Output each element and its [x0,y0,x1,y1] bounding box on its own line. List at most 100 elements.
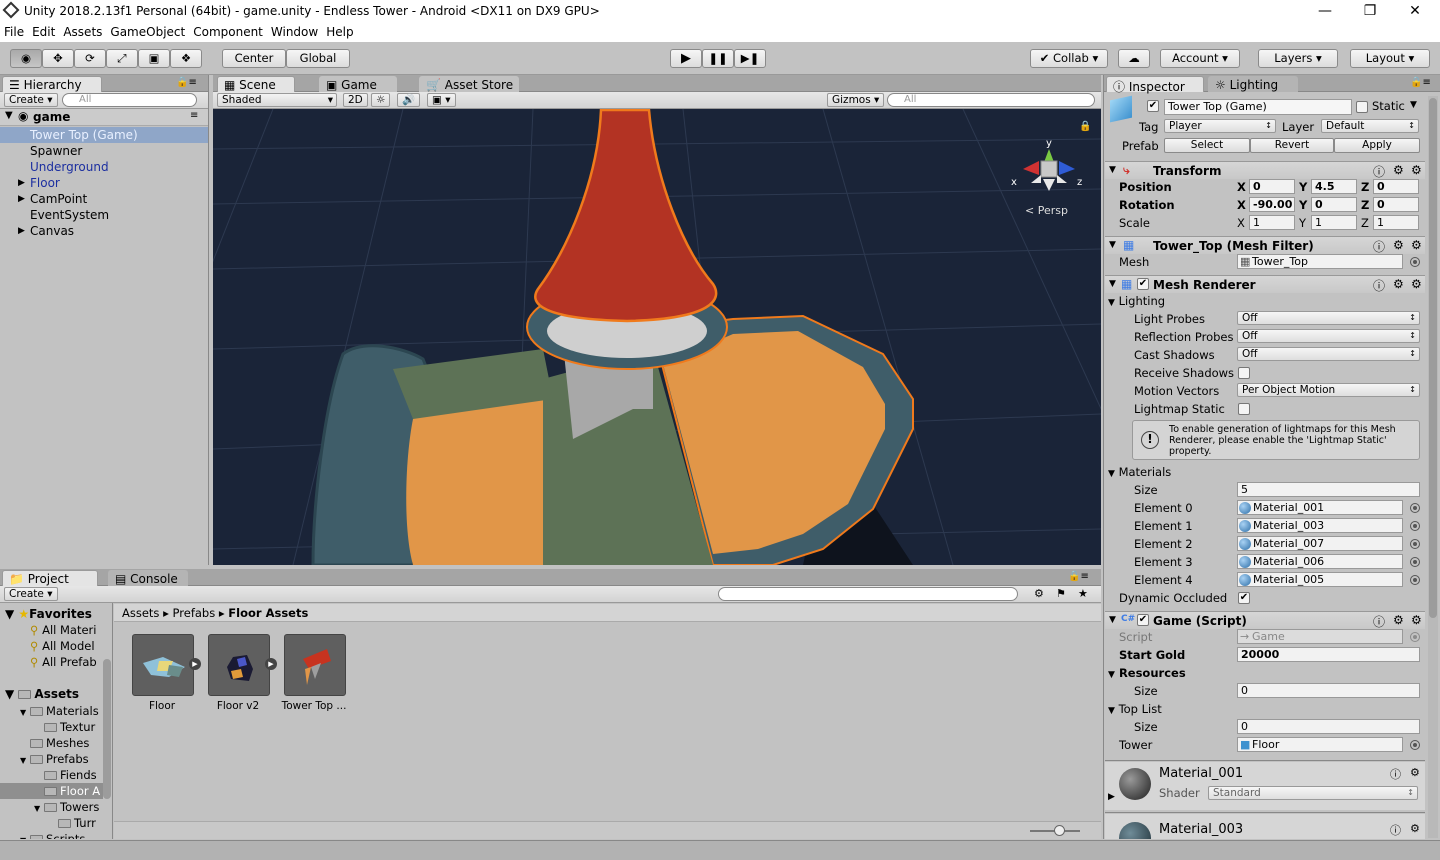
favorites-header[interactable]: ▼ ★Favorites [5,607,92,621]
shading-dropdown[interactable]: Shaded ▾ [217,93,337,107]
game-script-preset-icon[interactable]: ⚙ [1393,613,1404,627]
material-element-field[interactable]: Material_007 [1237,536,1403,551]
maximize-icon[interactable]: ❐ [1347,2,1393,20]
asset-floor-v2-thumbnail[interactable] [208,634,270,696]
tab-asset-store[interactable]: 🛒 Asset Store [419,76,519,92]
fold-arrow-icon[interactable]: ▶ [18,223,25,239]
position-x-input[interactable]: 0 [1249,179,1295,194]
gizmo-center-cube[interactable] [1040,160,1058,178]
material-element-field[interactable]: Material_003 [1237,518,1403,533]
asset-folder-item[interactable]: Floor A [0,783,103,799]
menu-edit[interactable]: Edit [28,22,59,39]
rotation-z-input[interactable]: 0 [1373,197,1419,212]
static-checkbox[interactable] [1356,101,1368,113]
effects-dropdown-icon[interactable]: ▣ ▾ [427,93,456,107]
asset-floor-label[interactable]: Floor [122,700,202,712]
material-001-help-icon[interactable]: ⓘ [1390,766,1401,782]
material-001-fold-icon[interactable]: ▶ [1108,792,1115,802]
layers-dropdown[interactable]: Layers ▾ [1258,49,1338,68]
menu-window[interactable]: Window [267,22,322,39]
mesh-filter-preset-icon[interactable]: ⚙ [1393,238,1404,252]
lightmap-static-checkbox[interactable] [1238,403,1250,415]
pivot-center-button[interactable]: Center [222,49,286,68]
start-gold-input[interactable]: 20000 [1237,647,1420,662]
favorite-item[interactable]: ⚲ All Materi [30,623,96,637]
hierarchy-item[interactable]: Underground [0,159,208,175]
layer-dropdown[interactable]: Default [1321,119,1419,133]
lighting-fold-icon[interactable]: ▼ [1108,298,1115,308]
material-element-field[interactable]: Material_006 [1237,554,1403,569]
asset-floor-v2-label[interactable]: Floor v2 [198,700,278,712]
transform-fold-icon[interactable]: ▼ [1109,165,1116,175]
project-create-dropdown[interactable]: Create ▾ [4,587,58,601]
account-dropdown[interactable]: Account ▾ [1160,49,1240,68]
favorite-item[interactable]: ⚲ All Model [30,639,95,653]
collab-dropdown[interactable]: ✔ Collab ▾ [1030,49,1108,68]
move-tool-icon[interactable]: ✥ [42,49,74,68]
lighting-toggle-icon[interactable]: ☼ [371,93,391,107]
menu-gameobject[interactable]: GameObject [106,22,189,39]
reflection-probes-dropdown[interactable]: Off [1237,329,1420,343]
mesh-renderer-preset-icon[interactable]: ⚙ [1393,277,1404,291]
asset-folder-item[interactable]: Fiends [0,767,103,783]
mesh-filter-fold-icon[interactable]: ▼ [1109,240,1116,250]
project-search-input[interactable] [718,587,1018,601]
material-object-picker-icon[interactable] [1410,557,1420,567]
transform-settings-icon[interactable]: ⚙ [1411,163,1422,177]
hierarchy-item[interactable]: Spawner [0,143,208,159]
tower-field[interactable]: ■ Floor [1237,737,1403,752]
search-by-type-icon[interactable]: ⚙ [1034,587,1044,600]
search-by-label-icon[interactable]: ⚑ [1056,587,1066,600]
asset-folder-item[interactable]: ▼ Materials [0,703,103,719]
close-icon[interactable]: ✕ [1392,2,1438,20]
favorite-star-icon[interactable]: ★ [1078,587,1088,600]
cloud-icon[interactable]: ☁ [1118,49,1150,68]
rotate-tool-icon[interactable]: ⟳ [74,49,106,68]
material-object-picker-icon[interactable] [1410,521,1420,531]
audio-toggle-icon[interactable]: 🔊 [397,93,421,107]
hierarchy-item[interactable]: EventSystem [0,207,208,223]
transform-help-icon[interactable]: ⓘ [1373,163,1385,180]
scene-root-row[interactable]: ▼ ◉ game ≡ [0,109,208,126]
hierarchy-search-input[interactable]: All [62,93,197,107]
mesh-renderer-fold-icon[interactable]: ▼ [1109,279,1116,289]
game-script-help-icon[interactable]: ⓘ [1373,613,1385,630]
materials-fold-icon[interactable]: ▼ [1108,469,1115,479]
position-z-input[interactable]: 0 [1373,179,1419,194]
lighting-section[interactable]: ▼ Lighting [1108,294,1165,308]
expand-floor-v2-icon[interactable]: ▶ [265,658,277,670]
resources-size-input[interactable]: 0 [1237,683,1420,698]
breadcrumb-assets[interactable]: Assets [122,606,159,620]
material-element-field[interactable]: Material_005 [1237,572,1403,587]
project-tree-scrollbar[interactable] [103,659,111,799]
mesh-filter-settings-icon[interactable]: ⚙ [1411,238,1422,252]
game-script-header[interactable]: ▼ C# ✔ Game (Script) ⓘ ⚙ ⚙ [1105,611,1425,629]
tab-scene[interactable]: ▦ Scene [217,76,295,92]
asset-folder-item[interactable]: ▼ Towers [0,799,103,815]
inspector-scrollbar-thumb[interactable] [1429,98,1437,618]
fold-arrow-icon[interactable]: ▶ [18,191,25,207]
menu-file[interactable]: File [0,22,28,39]
fold-arrow-icon[interactable]: ▼ [20,833,30,839]
assets-header[interactable]: ▼ Assets [5,687,79,701]
scene-menu-icon[interactable]: ≡ [190,110,198,121]
mesh-filter-header[interactable]: ▼ ▦ Tower_Top (Mesh Filter) ⓘ ⚙ ⚙ [1105,236,1425,254]
fold-arrow-icon[interactable]: ▶ [18,175,25,191]
mesh-renderer-enabled-checkbox[interactable]: ✔ [1137,278,1149,290]
step-button[interactable]: ▶❚ [734,49,766,68]
mesh-renderer-settings-icon[interactable]: ⚙ [1411,277,1422,291]
scale-tool-icon[interactable]: ⤢ [106,49,138,68]
tab-lighting[interactable]: ☼ Lighting [1208,76,1298,92]
scene-search-input[interactable]: All [887,93,1095,107]
hierarchy-create-dropdown[interactable]: Create ▾ [4,93,58,107]
rotation-x-input[interactable]: -90.00 [1249,197,1295,212]
top-list-fold-icon[interactable]: ▼ [1108,706,1115,716]
tab-project[interactable]: 📁 Project [2,570,98,586]
material-object-picker-icon[interactable] [1410,503,1420,513]
project-lock-icon[interactable]: 🔒≡ [1068,571,1089,582]
asset-folder-item[interactable]: Meshes [0,735,103,751]
rect-tool-icon[interactable]: ▣ [138,49,170,68]
mode-2d-button[interactable]: 2D [343,93,368,107]
breadcrumb-prefabs[interactable]: Prefabs [173,606,216,620]
prefab-revert-button[interactable]: Revert [1250,138,1334,153]
